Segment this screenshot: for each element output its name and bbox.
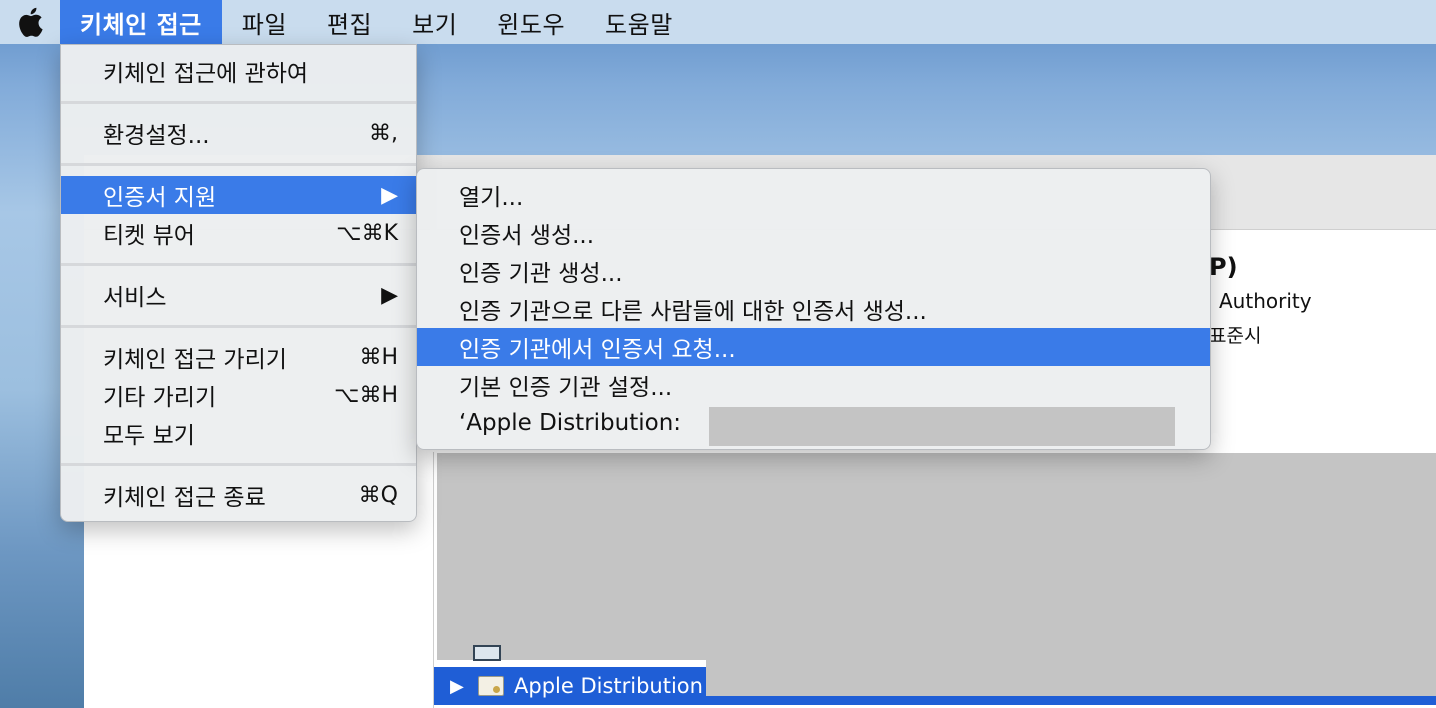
menu-separator <box>61 101 416 104</box>
menu-item-label: 열기... <box>459 185 524 211</box>
menu-item-label: ‘Apple Distribution: <box>459 410 682 436</box>
menu-item-label: 인증서 생성... <box>459 223 595 249</box>
row-label: Apple Distribution <box>514 674 703 698</box>
menu-item-preferences[interactable]: 환경설정... ⌘, <box>61 114 416 152</box>
submenu-arrow-icon: ▶ <box>381 282 398 308</box>
menu-item-show-all[interactable]: 모두 보기 <box>61 414 416 452</box>
menu-edit[interactable]: 편집 <box>307 0 392 44</box>
menu-view[interactable]: 보기 <box>392 0 477 44</box>
menu-help[interactable]: 도움말 <box>585 0 693 44</box>
redacted-area <box>706 660 1436 696</box>
cert-authority-fragment: Authority <box>1219 289 1312 313</box>
shortcut-label: ⌘, <box>369 120 398 146</box>
redacted-area <box>437 453 1436 660</box>
menu-bar: 키체인 접근 파일 편집 보기 윈도우 도움말 <box>0 0 1436 44</box>
menu-item-label: 모두 보기 <box>103 423 195 449</box>
submenu-item-request-from-ca[interactable]: 인증 기관에서 인증서 요청... <box>417 328 1210 366</box>
menu-item-label: 키체인 접근 가리기 <box>103 347 287 373</box>
shortcut-label: ⌥⌘K <box>336 220 398 246</box>
menu-item-label: 인증 기관에서 인증서 요청... <box>459 337 736 363</box>
disclosure-triangle-icon[interactable]: ▶ <box>450 676 474 697</box>
submenu-arrow-icon: ▶ <box>381 182 398 208</box>
submenu-item-create-ca[interactable]: 인증 기관 생성... <box>417 252 1210 290</box>
menu-item-label: 서비스 <box>103 285 167 311</box>
shortcut-label: ⌥⌘H <box>334 382 398 408</box>
menu-item-label: 티켓 뷰어 <box>103 223 195 249</box>
menu-item-about[interactable]: 키체인 접근에 관하여 <box>61 52 416 90</box>
menu-item-label: 키체인 접근에 관하여 <box>103 61 309 87</box>
redacted-area <box>709 407 1175 446</box>
menu-item-services[interactable]: 서비스 ▶ <box>61 276 416 314</box>
submenu-item-set-default-ca[interactable]: 기본 인증 기관 설정... <box>417 366 1210 404</box>
menu-item-quit[interactable]: 키체인 접근 종료 ⌘Q <box>61 476 416 514</box>
certificate-assistant-submenu: 열기... 인증서 생성... 인증 기관 생성... 인증 기관으로 다른 사… <box>416 168 1211 450</box>
menu-item-ticket-viewer[interactable]: 티켓 뷰어 ⌥⌘K <box>61 214 416 252</box>
menu-item-label: 인증 기관으로 다른 사람들에 대한 인증서 생성... <box>459 299 927 325</box>
submenu-item-create-cert-for-others[interactable]: 인증 기관으로 다른 사람들에 대한 인증서 생성... <box>417 290 1210 328</box>
menu-item-label: 인증서 지원 <box>103 185 217 211</box>
menu-item-label: 인증 기관 생성... <box>459 261 623 287</box>
menu-separator <box>61 463 416 466</box>
certificate-icon <box>478 676 504 696</box>
menu-separator <box>61 163 416 166</box>
menu-separator <box>61 263 416 266</box>
apple-logo-icon[interactable] <box>0 0 60 44</box>
keychain-access-menu: 키체인 접근에 관하여 환경설정... ⌘, 인증서 지원 ▶ 티켓 뷰어 ⌥⌘… <box>60 44 417 522</box>
submenu-item-create-certificate[interactable]: 인증서 생성... <box>417 214 1210 252</box>
menu-item-certificate-assistant[interactable]: 인증서 지원 ▶ <box>61 176 416 214</box>
menu-item-label: 키체인 접근 종료 <box>103 485 266 511</box>
menu-item-label: 환경설정... <box>103 123 210 149</box>
menu-item-label: 기타 가리기 <box>103 385 217 411</box>
menu-keychain-access[interactable]: 키체인 접근 <box>60 0 222 44</box>
cert-expiry-fragment: 표준시 <box>1209 325 1262 347</box>
submenu-item-open[interactable]: 열기... <box>417 176 1210 214</box>
cert-icon <box>473 645 501 661</box>
menu-separator <box>61 325 416 328</box>
menu-item-hide-others[interactable]: 기타 가리기 ⌥⌘H <box>61 376 416 414</box>
shortcut-label: ⌘H <box>359 344 398 370</box>
cert-title-fragment: P) <box>1209 253 1238 281</box>
menu-item-hide[interactable]: 키체인 접근 가리기 ⌘H <box>61 338 416 376</box>
menu-window[interactable]: 윈도우 <box>477 0 585 44</box>
menu-file[interactable]: 파일 <box>222 0 307 44</box>
menu-item-label: 기본 인증 기관 설정... <box>459 375 673 401</box>
shortcut-label: ⌘Q <box>358 482 398 508</box>
